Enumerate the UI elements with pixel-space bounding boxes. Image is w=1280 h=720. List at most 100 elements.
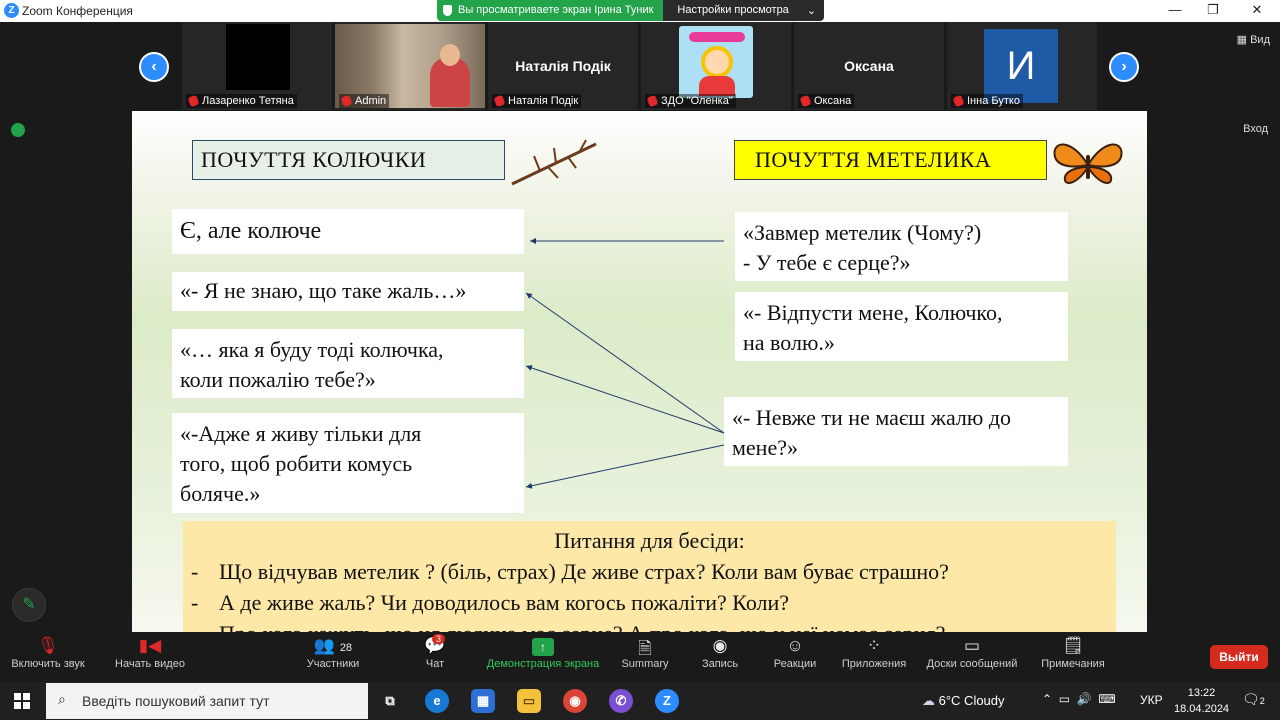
share-status: Вы просматриваете экран Ірина Туник bbox=[437, 0, 664, 21]
participant-tile[interactable]: Admin bbox=[335, 22, 485, 110]
chevron-down-icon: ⌄ bbox=[806, 5, 817, 17]
share-screen-label: Демонстрация экрана bbox=[486, 658, 600, 670]
record-button[interactable]: ◉ Запись bbox=[699, 636, 741, 670]
cloud-icon: ☁ bbox=[922, 693, 939, 708]
participant-tile[interactable]: Лазаренко Тетяна bbox=[182, 22, 332, 110]
security-shield-icon[interactable] bbox=[11, 123, 25, 137]
start-video-label: Начать видео bbox=[115, 658, 185, 670]
search-icon: ⌕ bbox=[58, 691, 66, 707]
record-label: Запись bbox=[701, 658, 739, 670]
apps-icon: ⁘ bbox=[866, 636, 882, 655]
language-indicator[interactable]: УКР bbox=[1140, 693, 1163, 707]
close-icon[interactable]: ✕ bbox=[1247, 2, 1267, 18]
participant-tile[interactable]: Оксана Оксана bbox=[794, 22, 944, 110]
clock-time: 13:22 bbox=[1187, 687, 1216, 699]
chat-label: Чат bbox=[425, 658, 445, 670]
restore-icon[interactable]: ❐ bbox=[1203, 2, 1223, 18]
chrome-icon[interactable]: ◉ bbox=[563, 689, 587, 713]
grid-icon: ▦ bbox=[1236, 34, 1251, 46]
participant-name: Наталія Подік bbox=[492, 94, 582, 108]
minimize-icon[interactable]: — bbox=[1165, 2, 1185, 17]
participant-tile[interactable]: И Інна Бутко bbox=[947, 22, 1097, 110]
meeting-toolbar: 🎙 Включить звук ▮◀ Начать видео 👥 28 Уча… bbox=[0, 632, 1280, 682]
discussion-item: - Що відчував метелик ? (біль, страх) Де … bbox=[191, 556, 1108, 587]
person-head bbox=[440, 44, 460, 66]
participant-display-name: Наталія Подік bbox=[515, 58, 611, 74]
participant-name: Admin bbox=[339, 94, 390, 108]
chat-badge: 3 bbox=[432, 634, 446, 644]
kindergarten-logo bbox=[679, 26, 753, 98]
share-screen-icon: ↑ bbox=[484, 636, 602, 658]
reactions-label: Реакции bbox=[773, 658, 817, 670]
participant-tile[interactable]: Наталія Подік Наталія Подік bbox=[488, 22, 638, 110]
notes-button[interactable]: 🗒 Примечания bbox=[1038, 636, 1108, 670]
discussion-item: -А де живе жаль? Чи доводилось вам когос… bbox=[191, 587, 1108, 618]
participants-button[interactable]: 👥 28 Участники bbox=[303, 636, 363, 670]
avatar: И bbox=[984, 29, 1058, 103]
edge-browser-icon[interactable]: e bbox=[425, 689, 449, 713]
logo-girl-icon bbox=[701, 46, 733, 78]
reactions-icon: ☺ bbox=[786, 636, 804, 655]
viber-icon[interactable]: ✆ bbox=[609, 689, 633, 713]
summary-button[interactable]: 🗎 Summary bbox=[619, 636, 671, 670]
clock-date: 18.04.2024 bbox=[1174, 703, 1230, 715]
participant-name: ЗДО "Оленка" bbox=[645, 94, 736, 108]
zoom-logo-icon: Z bbox=[4, 3, 19, 18]
notes-icon: 🗒 bbox=[1062, 636, 1084, 655]
view-settings-label: Настройки просмотра bbox=[677, 4, 789, 16]
participant-name: Оксана bbox=[798, 94, 855, 108]
meeting-stage: ‹ › Лазаренко Тетяна Admin Наталія Подік… bbox=[0, 22, 1280, 632]
chat-button[interactable]: 💬 3 Чат bbox=[420, 634, 450, 670]
shared-slide: ПОЧУТТЯ КОЛЮЧКИ ПОЧУТТЯ МЕТЕЛИКА Є, але … bbox=[132, 111, 1147, 632]
participant-display-name: Оксана bbox=[844, 58, 894, 74]
zoom-taskbar-icon[interactable]: Z bbox=[655, 689, 679, 713]
taskbar-search-input[interactable]: ⌕ Введіть пошуковий запит тут bbox=[46, 683, 368, 719]
view-button[interactable]: ▦ Вид bbox=[1237, 33, 1270, 46]
search-placeholder: Введіть пошуковий запит тут bbox=[82, 693, 270, 709]
apps-button[interactable]: ⁘ Приложения bbox=[838, 636, 910, 670]
notification-count: 2 bbox=[1259, 696, 1265, 706]
logo-dress-icon bbox=[699, 76, 735, 96]
title-bar: Z Zoom Конференция Вы просматриваете экр… bbox=[0, 0, 1280, 22]
video-placeholder bbox=[226, 24, 290, 90]
participant-name: Інна Бутко bbox=[951, 94, 1023, 108]
window-title: Zoom Конференция bbox=[22, 4, 133, 18]
whiteboards-button[interactable]: ▭ Доски сообщений bbox=[922, 636, 1022, 670]
record-icon: ◉ bbox=[712, 636, 728, 655]
file-explorer-icon[interactable]: ▭ bbox=[517, 689, 541, 713]
reactions-button[interactable]: ☺ Реакции bbox=[771, 636, 819, 670]
discussion-item-text: А де живе жаль? Чи доводилось вам когось… bbox=[219, 590, 790, 615]
prev-page-button[interactable]: ‹ bbox=[139, 52, 169, 82]
task-view-icon[interactable]: ⧉ bbox=[378, 689, 402, 713]
participants-label: Участники bbox=[306, 658, 360, 670]
next-page-button[interactable]: › bbox=[1109, 52, 1139, 82]
side-enter-button[interactable]: Вход bbox=[1243, 123, 1268, 135]
discussion-questions: Питання для бесіди: - Що відчував метелик… bbox=[183, 521, 1116, 632]
clock[interactable]: 13:22 18.04.2024 bbox=[1174, 685, 1229, 717]
discussion-title: Питання для бесіди: bbox=[554, 528, 745, 553]
discussion-item-text: Що відчував метелик ? (біль, страх) Де ж… bbox=[219, 559, 949, 584]
notifications-icon[interactable]: 🗨2 bbox=[1242, 691, 1265, 708]
tray-icons[interactable]: ⌃ ▭ 🔊 ⌨ bbox=[1042, 692, 1116, 706]
microphone-muted-icon: 🎙 bbox=[37, 636, 59, 655]
whiteboards-label: Доски сообщений bbox=[926, 658, 1018, 670]
weather-text: 6°C Cloudy bbox=[938, 693, 1005, 708]
chat-icon: 💬 3 bbox=[424, 634, 446, 655]
unmute-label: Включить звук bbox=[11, 658, 85, 670]
view-settings-button[interactable]: Настройки просмотра ⌄ bbox=[663, 0, 825, 21]
store-icon[interactable]: ▦ bbox=[471, 689, 495, 713]
notes-label: Примечания bbox=[1041, 658, 1105, 670]
whiteboard-icon: ▭ bbox=[963, 636, 981, 655]
shield-icon bbox=[443, 5, 452, 16]
view-label: Вид bbox=[1250, 34, 1270, 46]
participant-tile[interactable]: ЗДО "Оленка" bbox=[641, 22, 791, 110]
share-screen-button[interactable]: ↑ Демонстрация экрана bbox=[484, 636, 602, 670]
leave-button[interactable]: Выйти bbox=[1210, 645, 1268, 669]
start-video-button[interactable]: ▮◀ Начать видео bbox=[112, 636, 188, 670]
summary-icon: 🗎 bbox=[638, 639, 652, 658]
share-status-text: Вы просматриваете экран Ірина Туник bbox=[458, 4, 654, 16]
windows-start-icon[interactable] bbox=[14, 693, 30, 709]
weather-widget[interactable]: ☁ 6°C Cloudy bbox=[922, 693, 1005, 709]
unmute-button[interactable]: 🎙 Включить звук bbox=[8, 636, 88, 670]
annotate-pencil-icon[interactable]: ✎ bbox=[12, 588, 46, 622]
